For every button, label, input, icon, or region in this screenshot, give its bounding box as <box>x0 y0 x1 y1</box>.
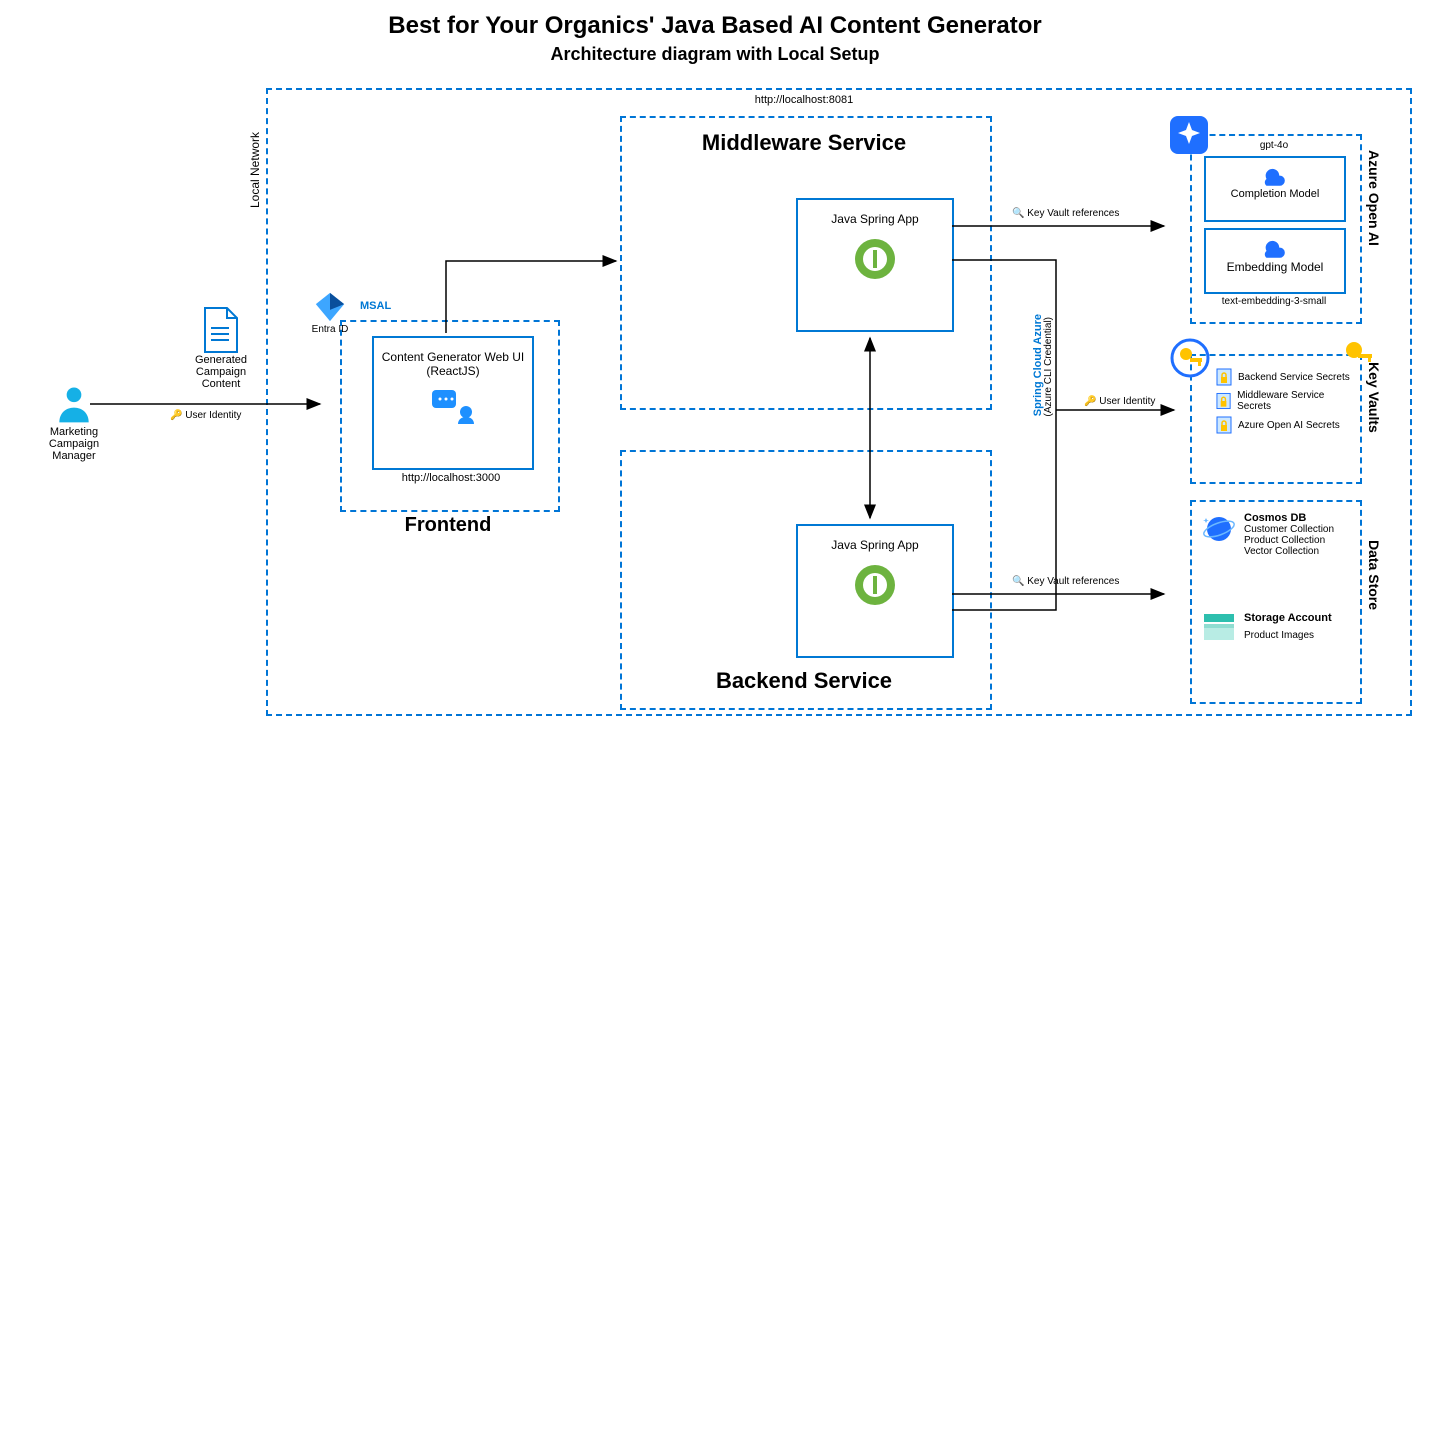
key-icon: 🔑 <box>1084 396 1096 407</box>
entra-id-label: Entra ID <box>300 324 360 335</box>
embedding-model-name: text-embedding-3-small <box>1200 296 1348 307</box>
middleware-url: http://localhost:8081 <box>620 94 988 106</box>
completion-model-box: Completion Model <box>1204 156 1346 222</box>
msal-label: MSAL <box>360 300 391 312</box>
frontend-group-label: Frontend <box>340 514 556 537</box>
backend-box-label: Java Spring App <box>798 526 952 556</box>
frontend-box: Content Generator Web UI (ReactJS) <box>372 336 534 470</box>
be-keyvault-ref-label: 🔍 Key Vault references <box>1012 576 1119 587</box>
key-icon: 🔑 <box>170 410 182 421</box>
entra-id: Entra ID <box>300 290 360 335</box>
keyvaults-group-label: Key Vaults <box>1366 362 1382 472</box>
openai-group-label: Azure Open AI <box>1366 150 1382 310</box>
embedding-model-box: Embedding Model <box>1204 228 1346 294</box>
storage-label: Storage Account <box>1244 612 1332 624</box>
arrow-middleware-openai <box>952 218 1172 234</box>
cosmos-db: Cosmos DB Customer Collection Product Co… <box>1202 512 1352 557</box>
cosmos-db-icon <box>1202 512 1236 546</box>
middleware-box-label: Java Spring App <box>798 200 952 230</box>
cosmos-label: Cosmos DB <box>1244 512 1334 524</box>
middleware-group-label: Middleware Service <box>620 130 988 156</box>
document-icon <box>201 306 241 354</box>
secret-icon <box>1216 416 1232 434</box>
backend-box: Java Spring App <box>796 524 954 658</box>
generated-content-doc: Generated Campaign Content <box>176 306 266 390</box>
keyvault-item: Backend Service Secrets <box>1216 368 1354 386</box>
local-network-label: Local Network <box>248 88 262 208</box>
completion-model-label: Completion Model <box>1206 188 1344 200</box>
storage-account: Storage Account Product Images <box>1202 612 1352 642</box>
actor-label: Marketing Campaign Manager <box>34 426 114 462</box>
entra-id-icon <box>313 290 347 324</box>
keyvault-icon <box>1170 338 1210 378</box>
middleware-box: Java Spring App <box>796 198 954 332</box>
doc-label: Generated Campaign Content <box>176 354 266 390</box>
secret-icon <box>1216 392 1231 410</box>
cloud-icon <box>1258 234 1292 258</box>
page-title: Best for Your Organics' Java Based AI Co… <box>0 12 1430 40</box>
backend-group-label: Backend Service <box>620 668 988 694</box>
spring-icon <box>852 236 898 282</box>
keyvault-item: Middleware Service Secrets <box>1216 390 1354 412</box>
keyvault-items: Backend Service Secrets Middleware Servi… <box>1216 364 1354 438</box>
arrow-backend-datastore <box>952 586 1172 602</box>
cloud-icon <box>1258 162 1292 186</box>
spring-icon <box>852 562 898 608</box>
arrow-frontend-middleware <box>444 255 804 345</box>
datastore-group-label: Data Store <box>1366 540 1382 660</box>
arrow-services-keyvault <box>952 254 1182 624</box>
arrow-middleware-backend <box>860 332 880 524</box>
kv-user-identity-label: 🔑 User Identity <box>1084 396 1155 407</box>
user-identity-label: 🔑 User Identity <box>170 410 241 421</box>
spring-cloud-label-group: Spring Cloud Azure (Azure CLI Credential… <box>1032 314 1062 484</box>
mw-keyvault-ref-label: 🔍 Key Vault references <box>1012 208 1119 219</box>
frontend-url: http://localhost:3000 <box>372 472 530 484</box>
chat-ui-icon <box>428 386 478 426</box>
key-icon: 🔍 <box>1012 576 1024 587</box>
secret-icon <box>1216 368 1232 386</box>
embedding-model-label: Embedding Model <box>1206 260 1344 274</box>
architecture-diagram: Best for Your Organics' Java Based AI Co… <box>0 0 1430 723</box>
keyvault-item: Azure Open AI Secrets <box>1216 416 1354 434</box>
gpt-label: gpt-4o <box>1200 140 1348 151</box>
key-icon: 🔍 <box>1012 208 1024 219</box>
spring-cloud-sublabel: (Azure CLI Credential) <box>1043 317 1054 416</box>
page-subtitle: Architecture diagram with Local Setup <box>0 44 1430 65</box>
storage-icon <box>1202 612 1236 642</box>
